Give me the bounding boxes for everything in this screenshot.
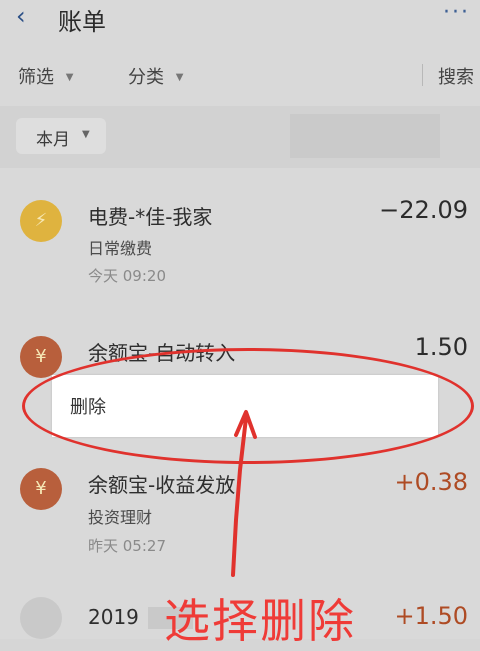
divider [422,64,423,86]
merchant-avatar [20,597,62,639]
money-bag-glyph: ¥ [35,478,47,499]
transaction-time: 昨天 05:27 [88,537,166,555]
transaction-amount: +1.50 [394,602,468,630]
month-row: 本月 ▼ [0,106,480,168]
annotation-label: 选择删除 [164,594,356,648]
transaction-row[interactable]: ¥ 余额宝-收益发放 投资理财 昨天 05:27 +0.38 [0,462,480,572]
more-dots-icon[interactable]: ··· [443,0,470,25]
money-bag-icon: ¥ [20,336,62,378]
transaction-title: 2019 [88,605,139,629]
transaction-title: 电费-*佳-我家 [88,205,213,229]
transaction-amount: 1.50 [414,333,468,361]
back-chevron-icon[interactable]: ‹ [16,2,26,30]
transaction-category: 日常缴费 [88,239,153,258]
header: ‹ 账单 ··· [0,0,480,40]
month-selector[interactable]: 本月 ▼ [16,118,106,154]
blurred-summary [290,114,440,158]
category-label: 分类 [128,67,164,88]
annotation-ellipse [22,348,474,464]
money-bag-glyph: ¥ [35,346,47,367]
dropdown-triangle-icon: ▼ [65,72,74,83]
bill-page: ‹ 账单 ··· 筛选 ▼ 分类 ▼ 搜索 本月 ▼ ⚡ 电费-*佳-我家 日常… [0,0,480,648]
page-title: 账单 [58,8,106,36]
month-label: 本月 [36,130,70,150]
search-button[interactable]: 搜索 [438,63,474,89]
lightning-glyph: ⚡ [34,210,48,231]
dropdown-triangle-icon: ▼ [82,129,90,140]
transaction-title: 余额宝-收益发放 [88,473,236,497]
filter-label: 筛选 [18,67,54,88]
transaction-row[interactable]: ⚡ 电费-*佳-我家 日常缴费 今天 09:20 −22.09 [0,190,480,300]
transaction-amount: −22.09 [379,196,468,224]
money-bag-icon: ¥ [20,468,62,510]
filter-dropdown[interactable]: 筛选 ▼ [18,63,73,89]
transaction-amount: +0.38 [394,468,468,496]
category-dropdown[interactable]: 分类 ▼ [128,63,183,89]
lightning-icon: ⚡ [20,200,62,242]
dropdown-triangle-icon: ▼ [175,72,184,83]
transaction-category: 投资理财 [88,508,153,527]
transaction-time: 今天 09:20 [88,267,166,285]
filter-bar: 筛选 ▼ 分类 ▼ 搜索 [0,48,480,100]
